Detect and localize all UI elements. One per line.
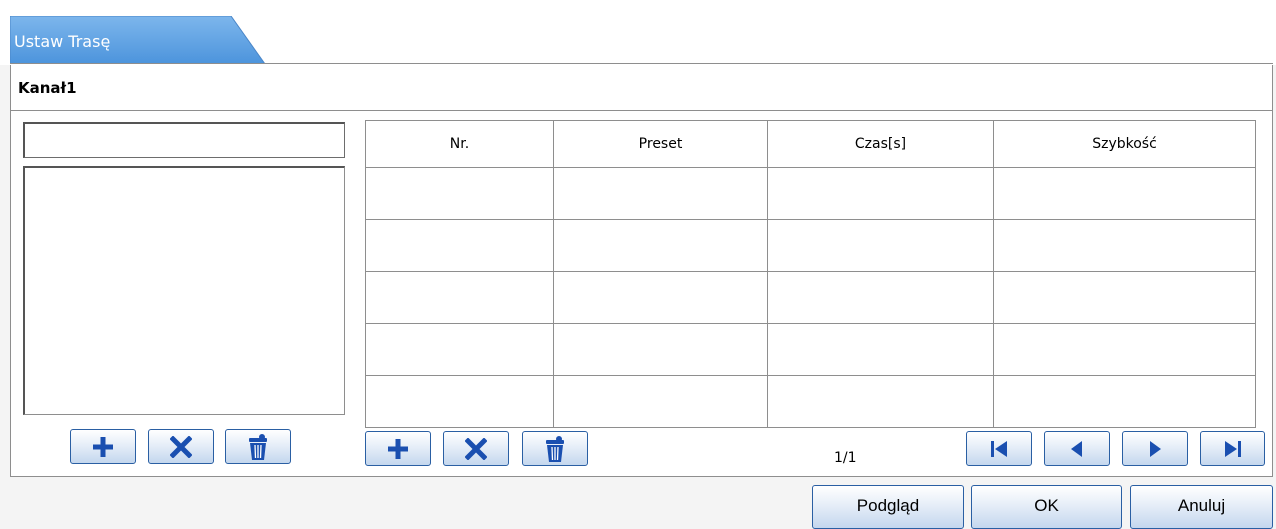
column-header-time: Czas[s] [767, 120, 994, 168]
add-route-button[interactable] [70, 429, 136, 464]
column-header-speed: Szybkość [993, 120, 1256, 168]
tab-label: Ustaw Trasę [14, 32, 111, 51]
table-row[interactable] [365, 375, 1256, 428]
channel-header: Kanał1 [10, 65, 1273, 111]
route-list[interactable] [23, 166, 345, 415]
delete-preset-button[interactable] [443, 431, 509, 466]
table-cell[interactable] [993, 323, 1256, 376]
table-cell[interactable] [767, 271, 994, 324]
route-name-input[interactable] [23, 122, 345, 158]
clear-presets-button[interactable] [522, 431, 588, 466]
last-page-button[interactable] [1200, 431, 1265, 466]
table-cell[interactable] [365, 271, 554, 324]
next-page-button[interactable] [1122, 431, 1188, 466]
table-cell[interactable] [553, 271, 768, 324]
trash-icon [546, 435, 564, 462]
prev-page-icon [1071, 440, 1082, 457]
add-preset-button[interactable] [365, 431, 431, 466]
table-header-row: Nr. Preset Czas[s] Szybkość [365, 120, 1256, 168]
next-page-icon [1150, 440, 1161, 457]
preset-table-panel: Nr. Preset Czas[s] Szybkość 1/1 [354, 110, 1273, 477]
prev-page-button[interactable] [1044, 431, 1110, 466]
clear-routes-button[interactable] [225, 429, 291, 464]
table-row[interactable] [365, 219, 1256, 272]
route-list-panel [10, 110, 355, 477]
column-header-preset: Preset [553, 120, 768, 168]
table-row[interactable] [365, 167, 1256, 220]
table-cell[interactable] [993, 167, 1256, 220]
first-page-icon [991, 440, 1007, 457]
table-cell[interactable] [993, 271, 1256, 324]
table-cell[interactable] [767, 323, 994, 376]
x-icon [170, 435, 192, 458]
ok-button[interactable]: OK [971, 485, 1122, 529]
column-header-nr: Nr. [365, 120, 554, 168]
table-cell[interactable] [365, 323, 554, 376]
page-indicator: 1/1 [834, 450, 857, 466]
table-cell[interactable] [553, 323, 768, 376]
table-cell[interactable] [553, 167, 768, 220]
x-icon [465, 437, 487, 460]
cancel-button[interactable]: Anuluj [1130, 485, 1273, 529]
table-row[interactable] [365, 271, 1256, 324]
table-cell[interactable] [365, 375, 554, 428]
table-cell[interactable] [365, 219, 554, 272]
table-cell[interactable] [767, 219, 994, 272]
plus-icon [388, 438, 408, 459]
table-cell[interactable] [767, 167, 994, 220]
trash-icon [249, 433, 267, 460]
table-cell[interactable] [365, 167, 554, 220]
table-cell[interactable] [993, 219, 1256, 272]
preset-table: Nr. Preset Czas[s] Szybkość [365, 120, 1256, 428]
table-cell[interactable] [767, 375, 994, 428]
delete-route-button[interactable] [148, 429, 214, 464]
table-cell[interactable] [553, 375, 768, 428]
preview-button[interactable]: Podgląd [812, 485, 964, 529]
tab-strip: Ustaw Trasę [0, 0, 1276, 65]
table-cell[interactable] [553, 219, 768, 272]
table-row[interactable] [365, 323, 1256, 376]
table-cell[interactable] [993, 375, 1256, 428]
channel-title: Kanał1 [18, 79, 77, 97]
first-page-button[interactable] [966, 431, 1032, 466]
last-page-icon [1224, 440, 1241, 457]
plus-icon [93, 436, 113, 457]
tab-divider [10, 63, 1273, 64]
tab-route-setup[interactable]: Ustaw Trasę [10, 16, 265, 64]
